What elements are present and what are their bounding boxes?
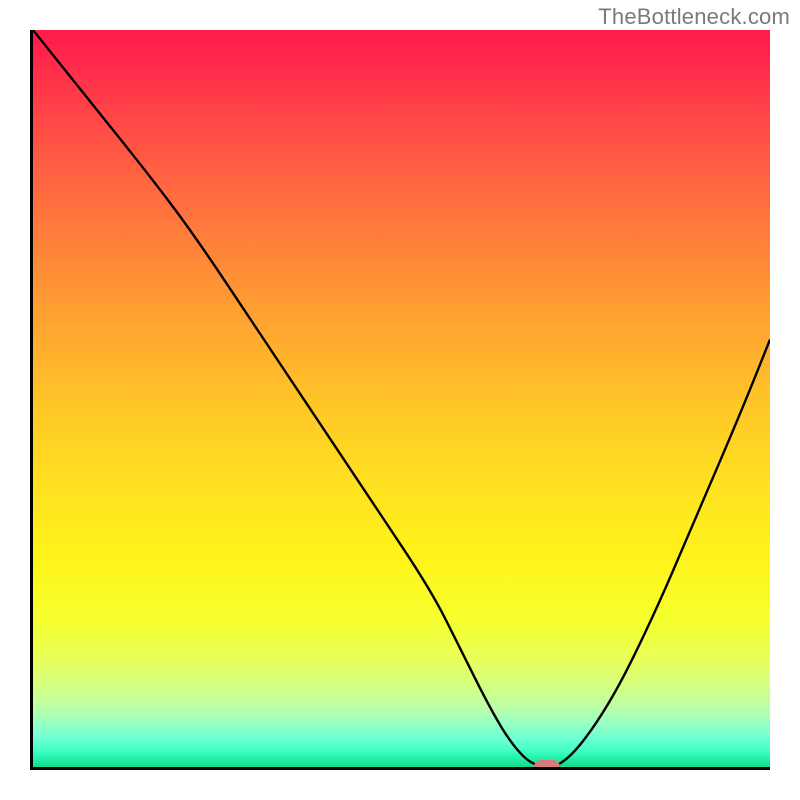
chart-container: TheBottleneck.com bbox=[0, 0, 800, 800]
curve-svg bbox=[33, 30, 770, 767]
plot-area bbox=[30, 30, 770, 770]
watermark-text: TheBottleneck.com bbox=[598, 4, 790, 30]
optimal-marker bbox=[534, 760, 560, 770]
bottleneck-curve bbox=[33, 30, 770, 767]
